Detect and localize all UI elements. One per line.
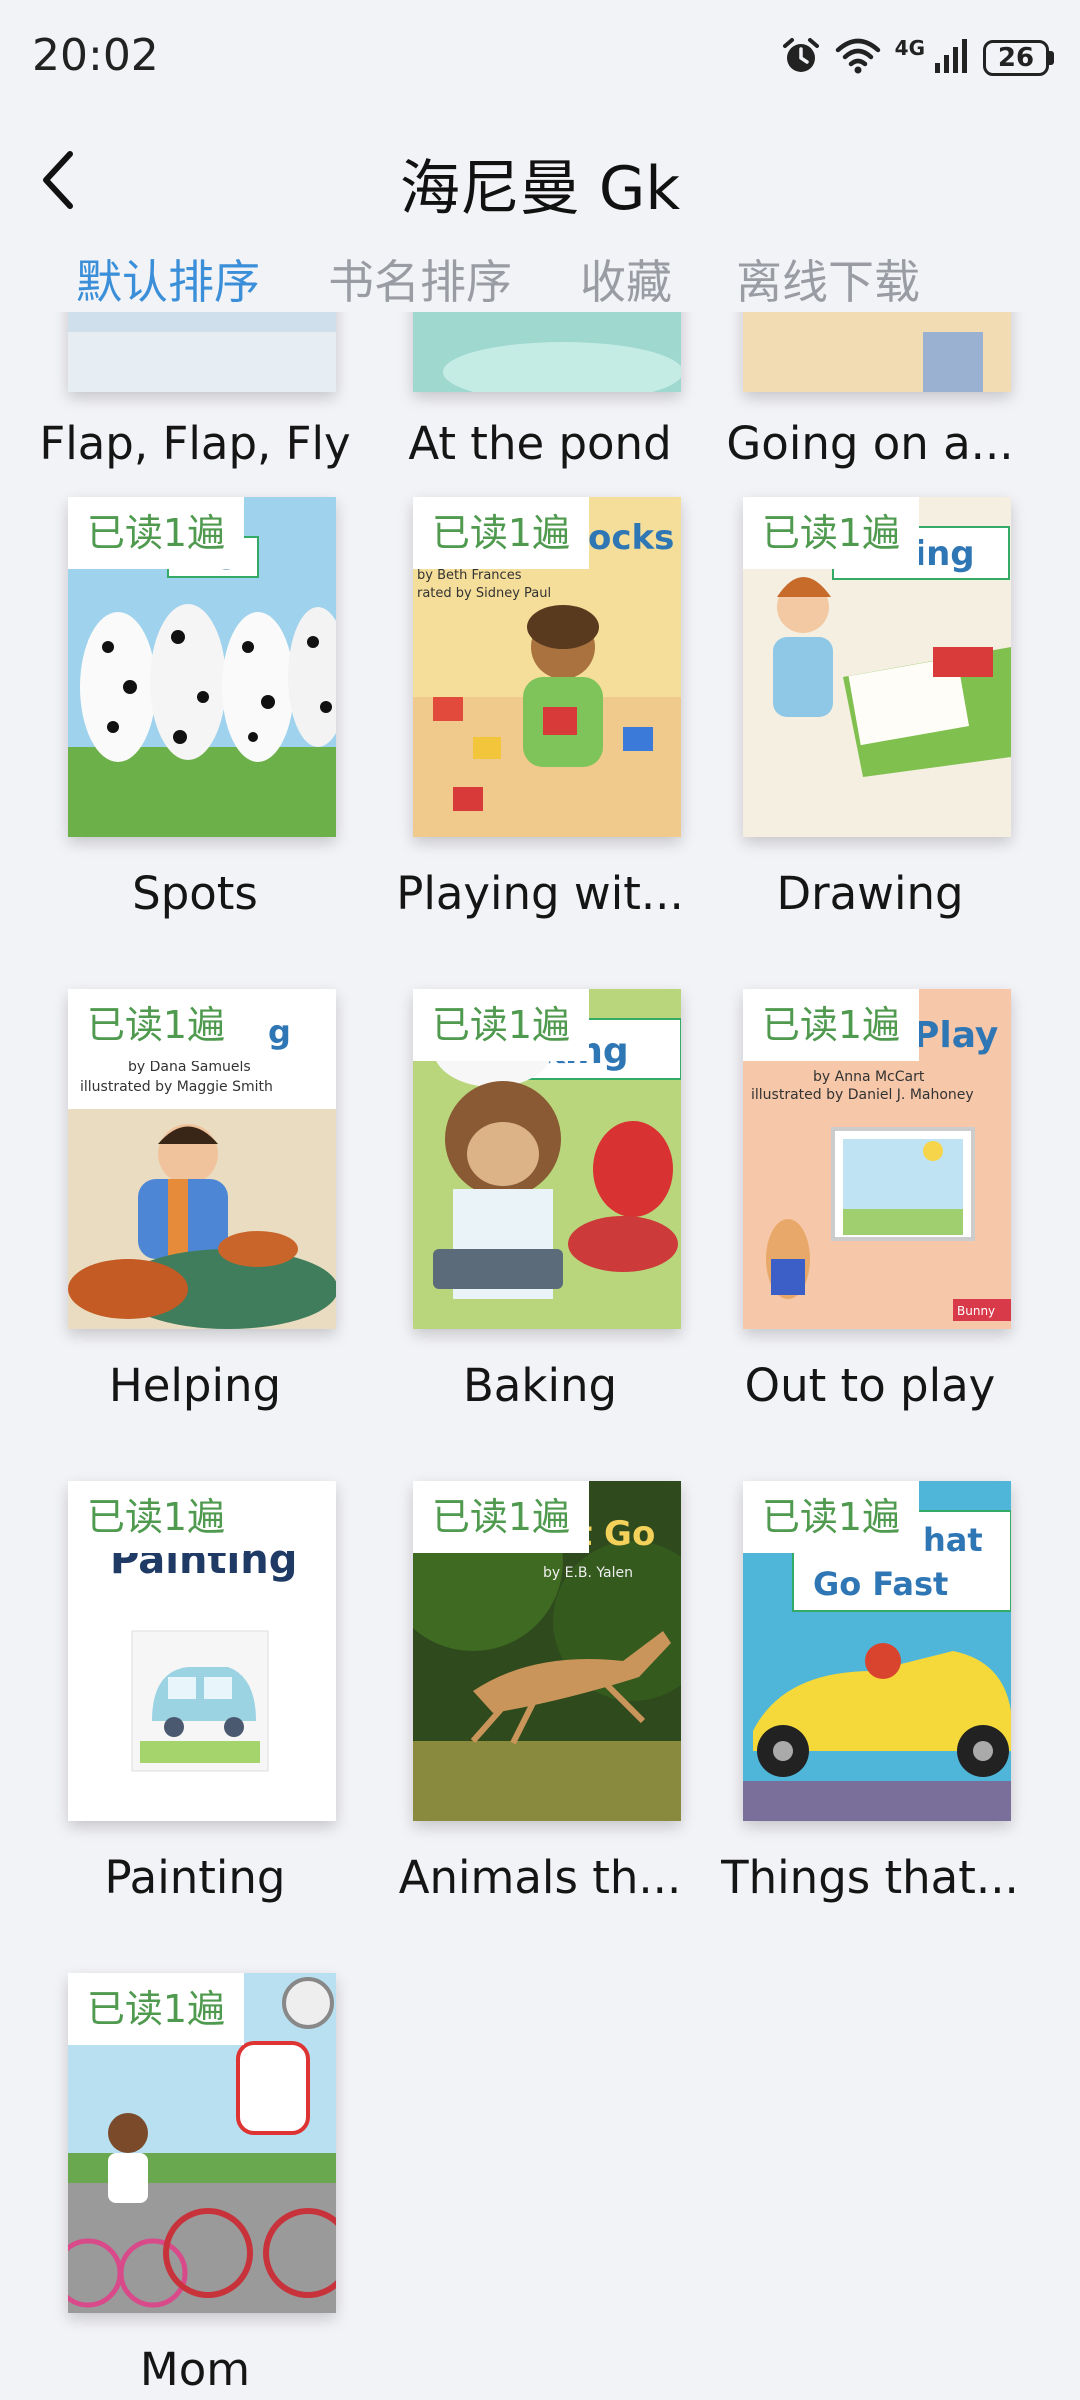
book-cover: ocks by Beth Frances rated by Sidney Pau… bbox=[413, 497, 681, 837]
book-cover: Play by Anna McCart illustrated by Danie… bbox=[743, 989, 1011, 1329]
sort-tabs: 默认排序 书名排序 收藏 离线下载 bbox=[0, 246, 1080, 316]
book-card[interactable]: 已读1遍 Mom bbox=[30, 1973, 360, 2396]
cover-byline: illustrated by Maggie Smith bbox=[80, 1079, 273, 1095]
book-title: Spots bbox=[132, 867, 258, 920]
book-card[interactable]: hat Go Fast 已读1遍 Things that... bbox=[705, 1481, 1035, 1904]
book-cover: g by Dana Samuels illustrated by Maggie … bbox=[68, 989, 336, 1329]
tab-title-sort[interactable]: 书名排序 bbox=[328, 246, 512, 312]
cover-byline: illustrated by Daniel J. Mahoney bbox=[751, 1087, 974, 1103]
cover-byline: by Beth Frances bbox=[417, 568, 522, 583]
book-title: Things that... bbox=[721, 1851, 1019, 1904]
tab-default-sort[interactable]: 默认排序 bbox=[76, 246, 260, 312]
book-card[interactable]: At the pond bbox=[375, 312, 705, 470]
read-count-badge: 已读1遍 bbox=[743, 1481, 919, 1553]
signal-icon bbox=[933, 37, 969, 79]
read-count-badge: 已读1遍 bbox=[413, 1481, 589, 1553]
book-card[interactable]: s 已读1遍 Spots bbox=[30, 497, 360, 920]
book-title: Playing wit... bbox=[396, 867, 684, 920]
tab-favorites[interactable]: 收藏 bbox=[580, 246, 672, 312]
read-count-badge: 已读1遍 bbox=[743, 497, 919, 569]
book-title: Painting bbox=[104, 1851, 286, 1904]
book-cover: Painting 已读1遍 bbox=[68, 1481, 336, 1821]
network-type: 4G bbox=[894, 36, 925, 60]
cover-byline: rated by Sidney Paul bbox=[417, 586, 551, 601]
book-card[interactable]: Painting 已读1遍 Painting bbox=[30, 1481, 360, 1904]
tab-offline-download[interactable]: 离线下载 bbox=[736, 246, 920, 312]
book-title: Going on a... bbox=[726, 417, 1014, 470]
book-cover: s 已读1遍 bbox=[68, 497, 336, 837]
page-title: 海尼曼 Gk bbox=[399, 154, 681, 224]
status-icons: 4G 26 bbox=[781, 34, 1054, 82]
book-title: Drawing bbox=[776, 867, 964, 920]
book-cover: hat Go Fast 已读1遍 bbox=[743, 1481, 1011, 1821]
book-card[interactable]: g by Dana Samuels illustrated by Maggie … bbox=[30, 989, 360, 1412]
book-card[interactable]: at Go by E.B. Yalen 已读1遍 Animals th... bbox=[375, 1481, 705, 1904]
book-card[interactable]: Flap, Flap, Fly bbox=[30, 312, 360, 470]
read-count-badge: 已读1遍 bbox=[68, 989, 244, 1061]
book-title: Helping bbox=[108, 1359, 282, 1412]
battery-icon: 26 bbox=[983, 40, 1054, 76]
cover-byline: by Anna McCart bbox=[813, 1069, 925, 1085]
read-count-badge: 已读1遍 bbox=[413, 989, 589, 1061]
book-cover: at Go by E.B. Yalen 已读1遍 bbox=[413, 1481, 681, 1821]
book-title: Flap, Flap, Fly bbox=[39, 417, 351, 470]
book-cover bbox=[68, 312, 336, 392]
book-card[interactable]: king 已读1遍 Baking bbox=[375, 989, 705, 1412]
read-count-badge: 已读1遍 bbox=[743, 989, 919, 1061]
cover-title-text: Play bbox=[913, 1015, 998, 1056]
cover-title-text: ocks bbox=[588, 518, 674, 558]
book-grid: Flap, Flap, Fly At the pond Going on a..… bbox=[0, 312, 1080, 2400]
book-card[interactable]: ocks by Beth Frances rated by Sidney Pau… bbox=[375, 497, 705, 920]
status-time: 20:02 bbox=[32, 30, 159, 81]
book-card[interactable]: Play by Anna McCart illustrated by Danie… bbox=[705, 989, 1035, 1412]
book-title: Animals th... bbox=[398, 1851, 682, 1904]
book-cover: 已读1遍 bbox=[68, 1973, 336, 2313]
cover-byline: by E.B. Yalen bbox=[543, 1565, 633, 1581]
book-card[interactable]: Going on a... bbox=[705, 312, 1035, 470]
cover-title-text: Go Fast bbox=[813, 1565, 948, 1603]
status-bar: 20:02 4G 26 bbox=[0, 0, 1080, 110]
book-title: At the pond bbox=[408, 417, 672, 470]
book-cover bbox=[413, 312, 681, 392]
cover-title-text: hat bbox=[923, 1521, 983, 1559]
read-count-badge: 已读1遍 bbox=[68, 1481, 244, 1553]
cover-byline: by Dana Samuels bbox=[128, 1059, 251, 1075]
book-title: Out to play bbox=[744, 1359, 996, 1412]
battery-level: 26 bbox=[983, 40, 1049, 76]
read-count-badge: 已读1遍 bbox=[68, 1973, 244, 2045]
book-cover: wing 已读1遍 bbox=[743, 497, 1011, 837]
book-title: Mom bbox=[139, 2343, 251, 2396]
read-count-badge: 已读1遍 bbox=[68, 497, 244, 569]
book-cover: king 已读1遍 bbox=[413, 989, 681, 1329]
cover-corner-label: Bunny bbox=[957, 1304, 995, 1318]
book-cover bbox=[743, 312, 1011, 392]
book-card[interactable]: wing 已读1遍 Drawing bbox=[705, 497, 1035, 920]
wifi-icon bbox=[835, 36, 881, 80]
book-title: Baking bbox=[462, 1359, 618, 1412]
alarm-icon bbox=[781, 36, 821, 80]
cover-title-text: g bbox=[268, 1013, 291, 1051]
read-count-badge: 已读1遍 bbox=[413, 497, 589, 569]
